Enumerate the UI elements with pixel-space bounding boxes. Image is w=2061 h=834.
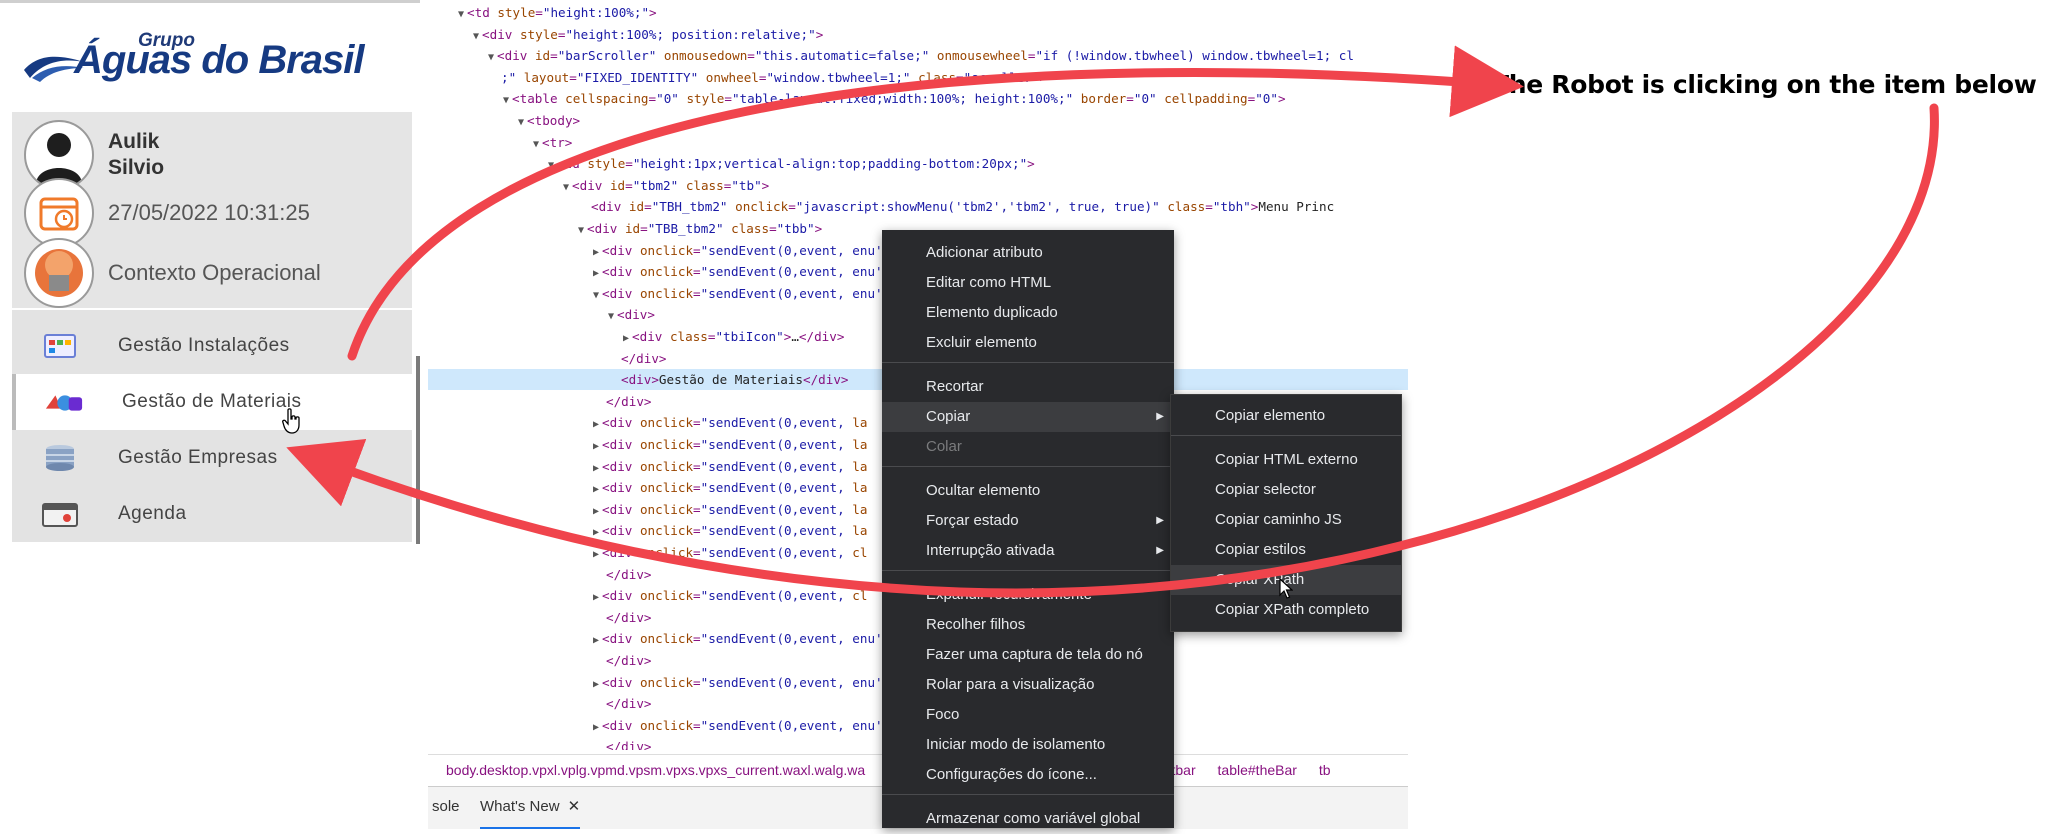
annotation-arrows bbox=[286, 45, 1939, 598]
arrow-to-target-item bbox=[286, 103, 1939, 598]
arrow-to-annotation bbox=[347, 45, 1524, 361]
